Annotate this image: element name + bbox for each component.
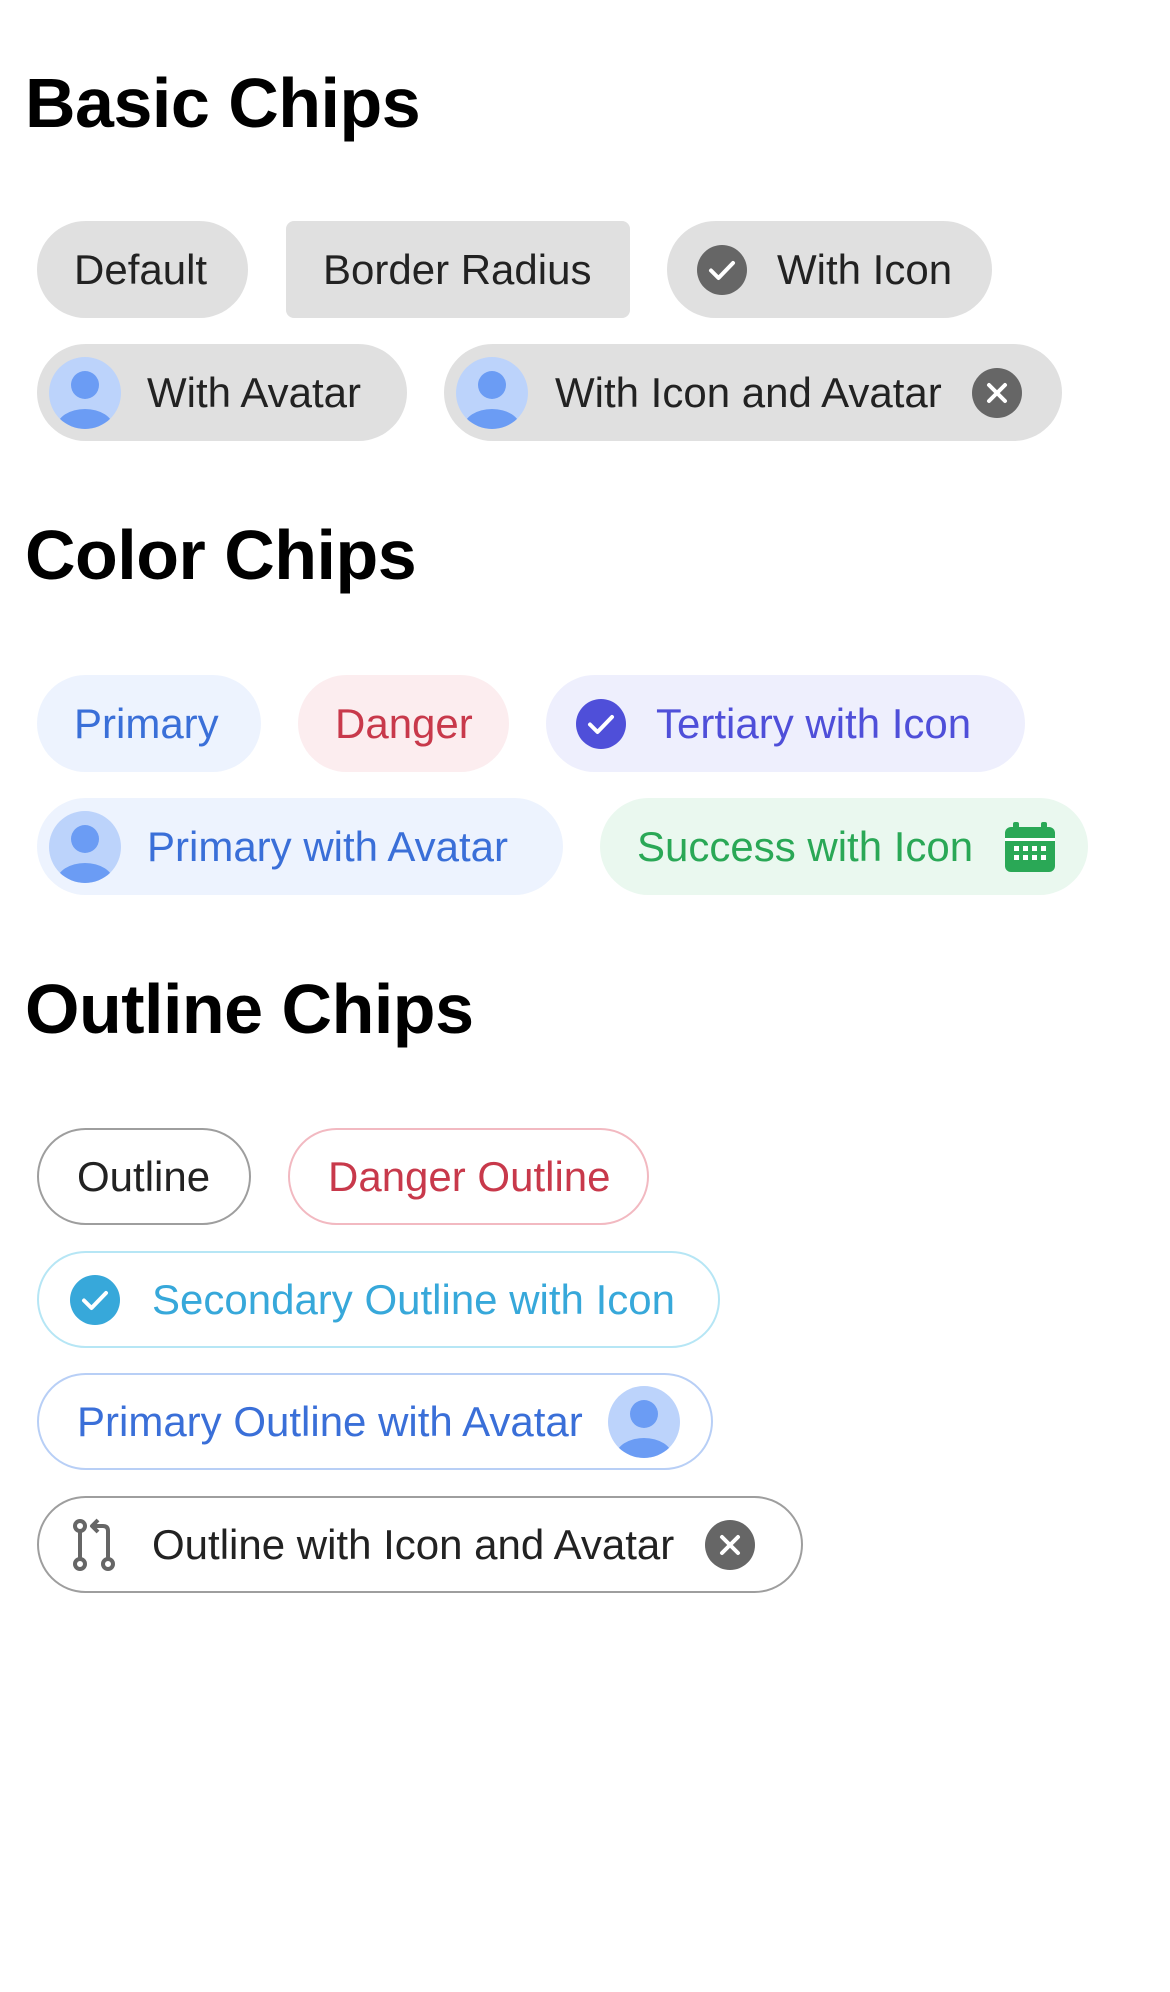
chip-border-radius[interactable]: Border Radius [286, 221, 630, 318]
checkmark-circle-icon [70, 1274, 120, 1325]
chip-label: Tertiary with Icon [656, 699, 972, 747]
chip-label: Outline with Icon and Avatar [152, 1520, 675, 1568]
chip-with-icon-and-avatar[interactable]: With Icon and Avatar [444, 344, 1062, 441]
calendar-icon [1003, 820, 1057, 874]
chip-label: Danger [335, 699, 473, 747]
chip-label: Success with Icon [637, 822, 974, 870]
chip-secondary-outline-with-icon[interactable]: Secondary Outline with Icon [37, 1251, 720, 1348]
git-pull-request-icon [70, 1517, 120, 1573]
chip-label: With Icon and Avatar [555, 368, 942, 416]
chip-outline[interactable]: Outline [37, 1128, 251, 1225]
close-circle-icon[interactable] [705, 1519, 756, 1570]
chip-success-with-icon[interactable]: Success with Icon [600, 798, 1088, 895]
chips-page: Basic Chips Default Border Radius With I… [0, 0, 1170, 1992]
chip-tertiary-with-icon[interactable]: Tertiary with Icon [546, 675, 1025, 772]
section-title-basic-chips: Basic Chips [25, 64, 421, 142]
chip-with-avatar[interactable]: With Avatar [37, 344, 407, 441]
chip-default[interactable]: Default [37, 221, 248, 318]
checkmark-circle-icon [697, 244, 747, 295]
chip-danger-outline[interactable]: Danger Outline [288, 1128, 649, 1225]
chip-label: Outline [77, 1152, 211, 1200]
chip-label: With Icon [777, 245, 953, 293]
chip-label: Primary with Avatar [147, 822, 508, 870]
chip-label: Default [74, 245, 208, 293]
close-circle-icon[interactable] [971, 367, 1022, 418]
chip-label: Danger Outline [328, 1152, 611, 1200]
section-title-outline-chips: Outline Chips [25, 970, 474, 1048]
chip-outline-with-icon-and-avatar[interactable]: Outline with Icon and Avatar [37, 1496, 803, 1593]
chip-label: Secondary Outline with Icon [152, 1275, 675, 1323]
chip-label: Primary Outline with Avatar [77, 1397, 583, 1445]
person-avatar-icon [49, 810, 121, 883]
chip-primary[interactable]: Primary [37, 675, 261, 772]
chip-label: Primary [74, 699, 219, 747]
chip-label: With Avatar [147, 368, 361, 416]
checkmark-circle-icon [576, 698, 626, 749]
person-avatar-icon [456, 356, 528, 429]
chip-danger[interactable]: Danger [298, 675, 509, 772]
section-title-color-chips: Color Chips [25, 516, 417, 594]
chip-label: Border Radius [323, 245, 592, 293]
person-avatar-icon [49, 356, 121, 429]
chip-primary-with-avatar[interactable]: Primary with Avatar [37, 798, 563, 895]
chip-primary-outline-with-avatar[interactable]: Primary Outline with Avatar [37, 1373, 713, 1470]
person-avatar-icon [607, 1385, 680, 1458]
chip-with-icon[interactable]: With Icon [667, 221, 992, 318]
